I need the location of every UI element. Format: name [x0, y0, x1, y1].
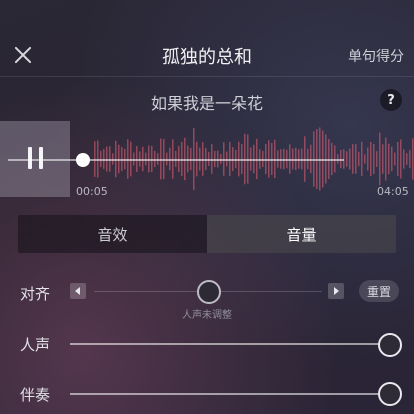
accompaniment-label: 伴奏: [20, 386, 51, 404]
waveform-bar: [364, 154, 366, 164]
current-lyric: 如果我是一朵花: [150, 94, 263, 113]
time-start: 00:05: [76, 185, 108, 198]
pause-icon: [39, 147, 43, 169]
waveform-bar: [346, 151, 348, 167]
waveform-bar: [355, 144, 357, 174]
header-divider: [0, 76, 414, 77]
settings-tabs: 音效 音量: [18, 215, 396, 253]
waveform-bar: [373, 144, 375, 174]
waveform-bar: [409, 150, 411, 168]
waveform-bar: [370, 142, 372, 176]
waveform-bar: [376, 151, 378, 167]
accompaniment-volume-track[interactable]: [70, 393, 388, 395]
waveform-bar: [352, 144, 354, 174]
pause-icon: [28, 147, 32, 169]
align-decrease-icon[interactable]: [70, 283, 86, 299]
align-slider-handle[interactable]: [197, 280, 221, 304]
waveform-bar: [358, 151, 360, 167]
waveform-bar: [385, 137, 387, 181]
sentence-score-button[interactable]: 单句得分: [348, 46, 404, 66]
waveform-bar: [349, 148, 351, 170]
tab-effects[interactable]: 音效: [18, 215, 207, 253]
top-bar: 孤独的总和 单句得分: [0, 0, 414, 76]
tab-volume[interactable]: 音量: [207, 215, 396, 253]
waveform-bar: [403, 149, 405, 169]
align-increase-icon[interactable]: [328, 283, 344, 299]
playhead-handle[interactable]: [76, 153, 90, 167]
accompaniment-volume-handle[interactable]: [378, 382, 402, 406]
time-end: 04:05: [377, 185, 409, 198]
help-icon[interactable]: ?: [380, 89, 402, 111]
waveform-bar: [391, 146, 393, 172]
waveform-player: [0, 121, 414, 197]
vocal-volume-handle[interactable]: [378, 333, 402, 357]
align-label: 对齐: [20, 285, 51, 303]
waveform-bar: [367, 147, 369, 171]
vocal-label: 人声: [20, 336, 51, 354]
waveform-bar: [412, 138, 414, 180]
waveform-bar: [388, 143, 390, 175]
waveform-bar: [394, 152, 396, 166]
reset-button[interactable]: 重置: [359, 280, 399, 302]
waveform-bar: [361, 141, 363, 177]
align-status: 人声未调整: [182, 310, 232, 321]
waveform-bar: [382, 144, 384, 174]
waveform-bar: [379, 132, 381, 186]
vocal-volume-track[interactable]: [70, 343, 388, 345]
waveform-bar: [406, 153, 408, 165]
waveform-bar: [397, 141, 399, 177]
waveform-bar: [400, 139, 402, 179]
timeline-line: [8, 159, 344, 161]
